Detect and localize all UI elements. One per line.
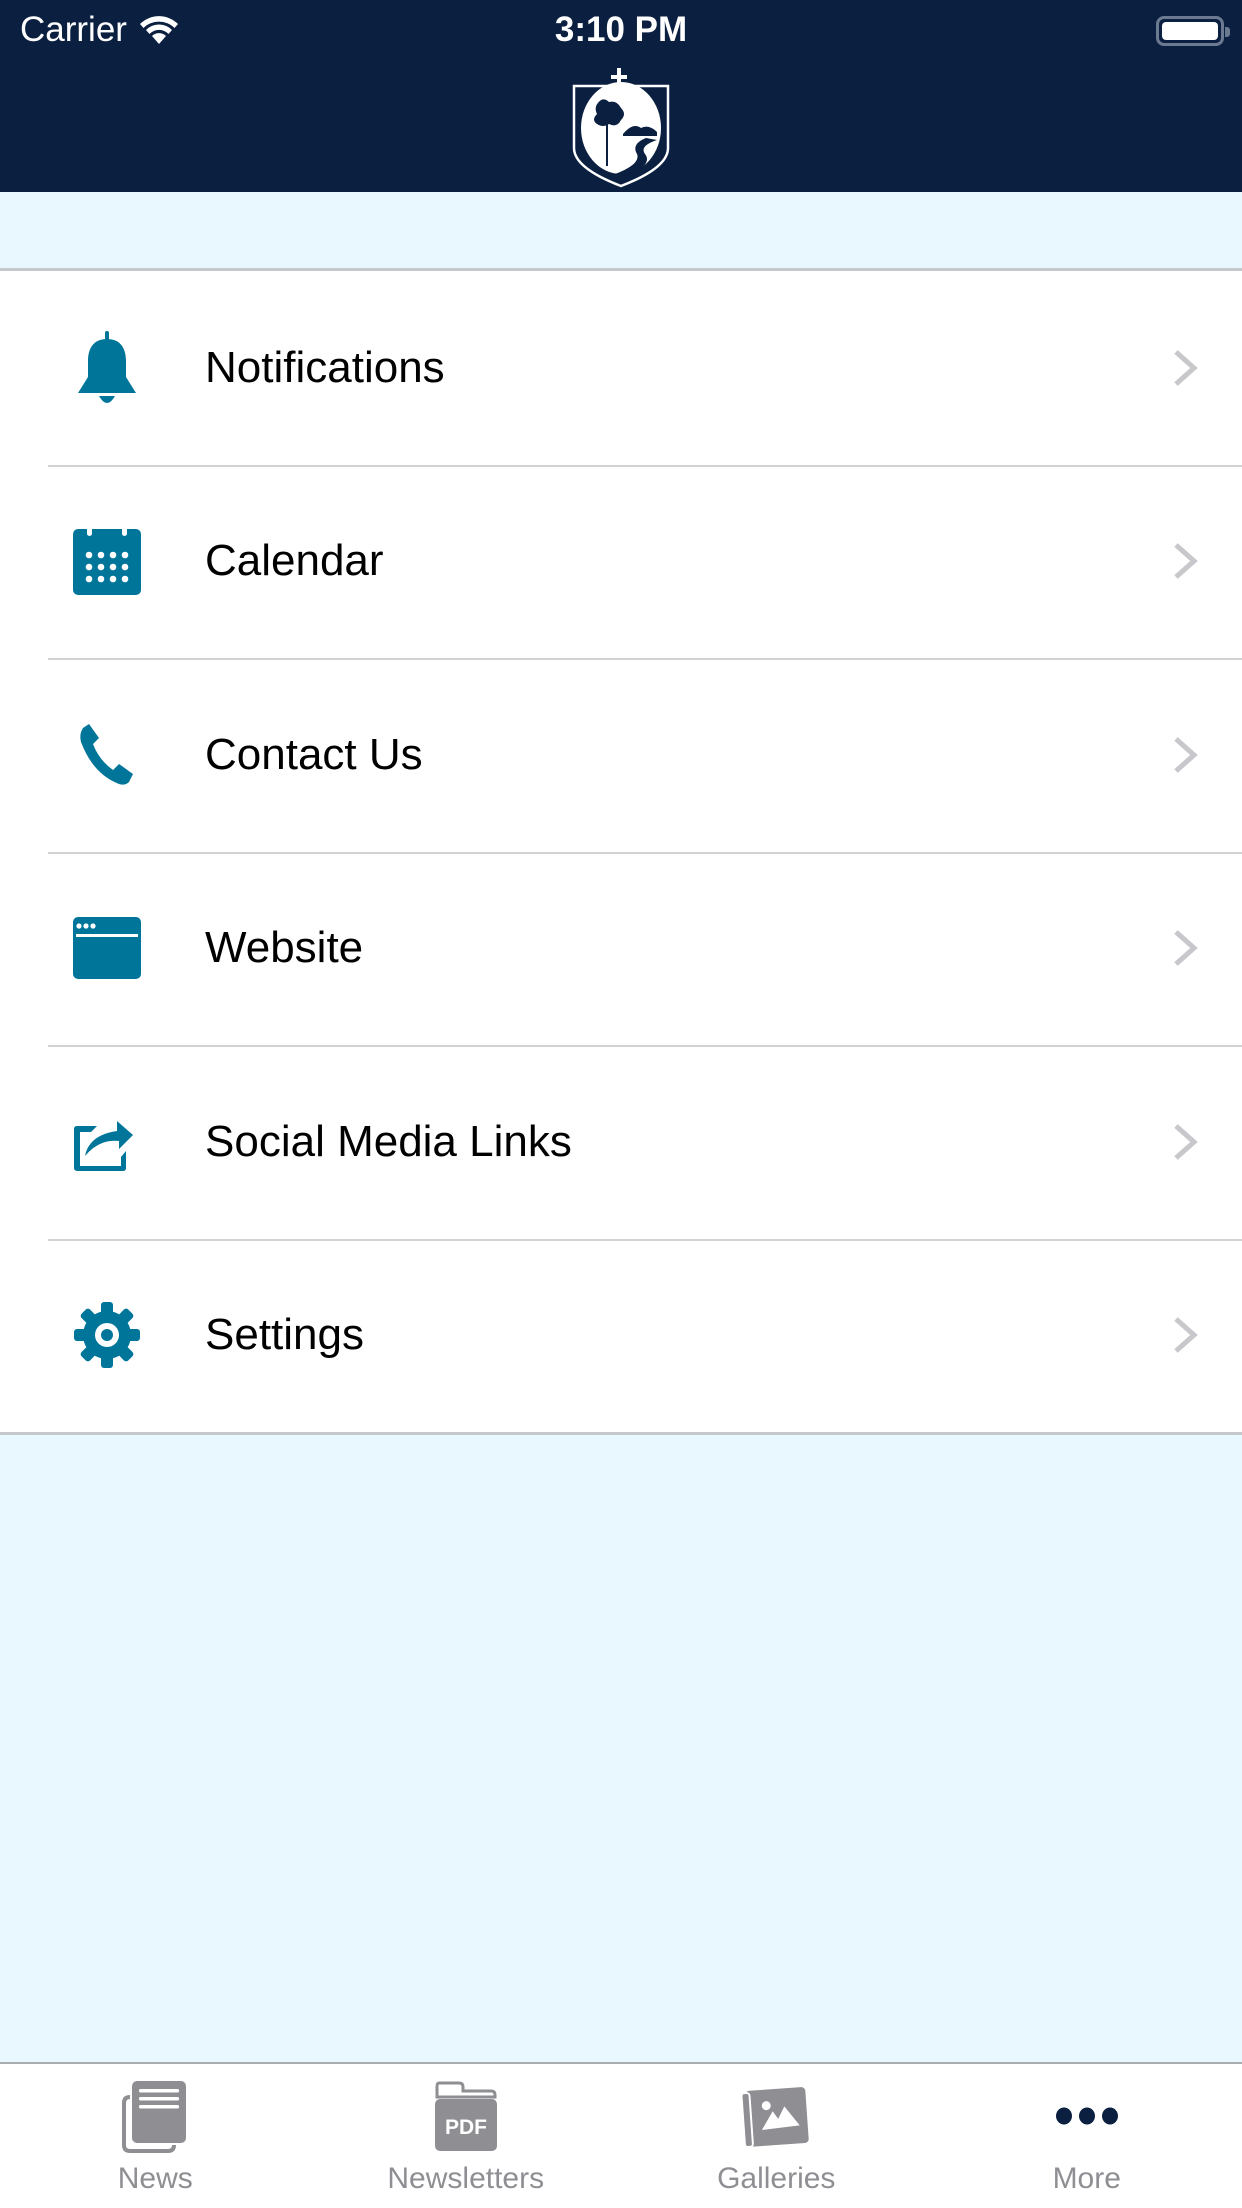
tab-more[interactable]: More — [932, 2064, 1242, 2208]
chevron-right-icon — [1174, 543, 1198, 580]
school-crest-logo — [572, 68, 670, 188]
menu-item-social-media-links[interactable]: Social Media Links — [0, 1045, 1242, 1239]
tab-label: Newsletters — [387, 2162, 545, 2195]
news-icon — [115, 2076, 195, 2156]
menu-item-label: Calendar — [205, 536, 384, 586]
status-bar: Carrier 3:10 PM — [0, 0, 1242, 62]
share-icon — [70, 1105, 144, 1179]
tab-label: News — [117, 2162, 193, 2195]
menu-item-notifications[interactable]: Notifications — [0, 271, 1242, 465]
menu-item-website[interactable]: Website — [0, 851, 1242, 1046]
clock: 3:10 PM — [554, 10, 688, 49]
chevron-right-icon — [1174, 1317, 1198, 1354]
browser-window-icon — [70, 911, 144, 985]
menu-item-label: Settings — [205, 1310, 364, 1360]
header: Carrier 3:10 PM — [0, 0, 1242, 192]
menu-item-settings[interactable]: Settings — [0, 1238, 1242, 1433]
chevron-right-icon — [1174, 736, 1198, 773]
chevron-right-icon — [1174, 1123, 1198, 1160]
calendar-icon — [70, 524, 144, 598]
tab-label: Galleries — [717, 2162, 836, 2195]
tab-news[interactable]: News — [0, 2064, 311, 2208]
gallery-icon — [736, 2076, 816, 2156]
menu-item-label: Website — [205, 923, 364, 973]
tab-bar: News PDF Newsletters Galleries More — [0, 2062, 1242, 2208]
pdf-icon-text: PDF — [445, 2116, 487, 2139]
more-dots-icon — [1047, 2076, 1127, 2156]
menu-item-label: Notifications — [205, 342, 445, 392]
bell-icon — [70, 330, 144, 405]
menu-item-label: Contact Us — [205, 729, 423, 779]
menu-item-calendar[interactable]: Calendar — [0, 464, 1242, 659]
tab-newsletters[interactable]: PDF Newsletters — [311, 2064, 622, 2208]
phone-icon — [70, 718, 144, 792]
pdf-folder-icon: PDF — [426, 2076, 506, 2156]
tab-label: More — [1052, 2162, 1121, 2195]
gear-icon — [70, 1298, 144, 1372]
menu-item-contact-us[interactable]: Contact Us — [0, 658, 1242, 852]
more-menu-list: Notifications Calendar Contact Us Websit… — [0, 268, 1242, 1435]
chevron-right-icon — [1174, 930, 1198, 967]
menu-item-label: Social Media Links — [205, 1116, 572, 1166]
battery-full-icon — [1156, 16, 1230, 46]
tab-galleries[interactable]: Galleries — [621, 2064, 932, 2208]
chevron-right-icon — [1174, 349, 1198, 386]
